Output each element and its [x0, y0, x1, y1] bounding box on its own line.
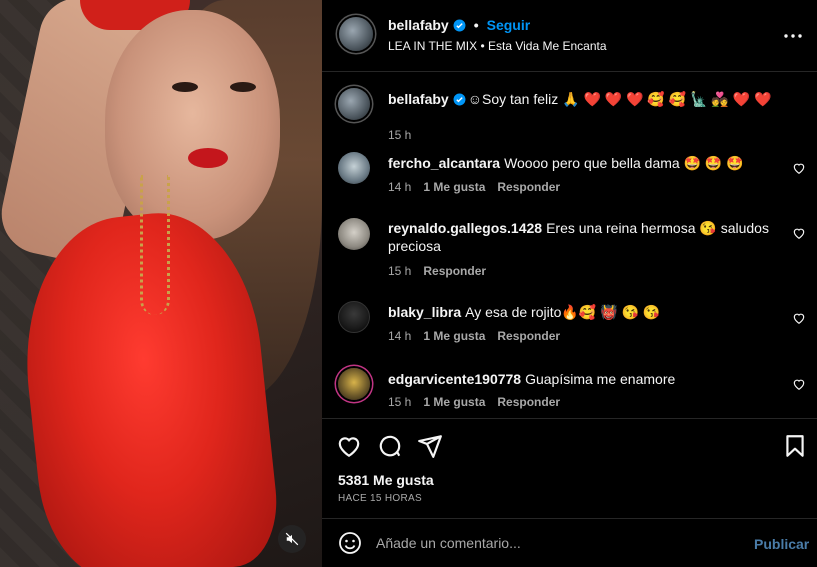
avatar[interactable] — [338, 152, 370, 184]
post-time-ago[interactable]: HACE 15 HORAS — [338, 493, 422, 504]
comment-text: reynaldo.gallegos.1428 Eres una reina her… — [388, 219, 783, 255]
comment-likes[interactable]: 1 Me gusta — [423, 180, 485, 194]
media-eye — [172, 82, 198, 92]
comment-composer: Publicar — [322, 519, 817, 567]
comment-time[interactable]: 15 h — [388, 264, 411, 278]
comment-meta: 15 h 1 Me gusta Responder — [388, 395, 560, 409]
like-comment-heart-icon[interactable] — [792, 377, 806, 391]
caption-username[interactable]: bellafaby — [388, 91, 449, 107]
like-comment-heart-icon[interactable] — [792, 161, 806, 175]
media-eye — [230, 82, 256, 92]
save-bookmark-icon[interactable] — [782, 433, 808, 459]
mute-button[interactable] — [278, 525, 306, 553]
header-user-row: bellafaby • Seguir — [388, 17, 530, 33]
comment-username[interactable]: reynaldo.gallegos.1428 — [388, 220, 542, 236]
likes-count[interactable]: 5381 Me gusta — [338, 472, 434, 488]
comment-text: fercho_alcantara Woooo pero que bella dam… — [388, 154, 783, 172]
caption-text: bellafaby ☺Soy tan feliz 🙏 ❤️ ❤️ ❤️ 🥰 🥰 🗽… — [388, 90, 783, 108]
avatar[interactable] — [338, 301, 370, 333]
reply-button[interactable]: Responder — [423, 264, 486, 278]
comment-body: Guapísima me enamore — [525, 371, 676, 387]
comment-meta: 14 h 1 Me gusta Responder — [388, 329, 560, 343]
like-heart-icon[interactable] — [336, 433, 362, 459]
comment-time[interactable]: 15 h — [388, 395, 411, 409]
comment-body: Woooo pero que bella dama 🤩 🤩 🤩 — [504, 155, 744, 171]
separator-dot: • — [473, 17, 479, 33]
reply-button[interactable]: Responder — [497, 180, 560, 194]
post-panel: bellafaby • Seguir LEA IN THE MIX • Esta… — [322, 0, 817, 567]
caption-time[interactable]: 15 h — [388, 128, 411, 142]
comment-likes[interactable]: 1 Me gusta — [423, 329, 485, 343]
media-lips — [188, 148, 228, 168]
comment-text: edgarvicente190778 Guapísima me enamore — [388, 370, 783, 388]
post-media[interactable] — [0, 0, 322, 567]
action-bar — [322, 425, 817, 465]
mute-icon — [285, 532, 299, 546]
publish-button[interactable]: Publicar — [754, 536, 809, 552]
avatar[interactable] — [338, 368, 370, 400]
comment-meta: 14 h 1 Me gusta Responder — [388, 180, 560, 194]
audio-track[interactable]: LEA IN THE MIX • Esta Vida Me Encanta — [388, 39, 607, 53]
comment-time[interactable]: 14 h — [388, 329, 411, 343]
avatar[interactable] — [339, 17, 373, 51]
media-necklace — [140, 175, 170, 315]
like-comment-heart-icon[interactable] — [792, 311, 806, 325]
reply-button[interactable]: Responder — [497, 395, 560, 409]
avatar[interactable] — [338, 88, 370, 120]
more-icon — [784, 34, 802, 38]
header-username[interactable]: bellafaby — [388, 17, 449, 33]
media-face — [105, 10, 280, 240]
comment-time[interactable]: 14 h — [388, 180, 411, 194]
comment-input[interactable] — [376, 531, 746, 555]
comments-list[interactable]: bellafaby ☺Soy tan feliz 🙏 ❤️ ❤️ ❤️ 🥰 🥰 🗽… — [322, 73, 817, 418]
reply-button[interactable]: Responder — [497, 329, 560, 343]
caption-body: ☺Soy tan feliz 🙏 ❤️ ❤️ ❤️ 🥰 🥰 🗽 💑 ❤️ ❤️ — [467, 91, 772, 107]
emoji-icon[interactable] — [338, 531, 362, 555]
comment-icon[interactable] — [377, 433, 403, 459]
comment-username[interactable]: edgarvicente190778 — [388, 371, 521, 387]
divider — [322, 418, 817, 419]
caption-meta: 15 h — [388, 128, 411, 142]
verified-badge-icon — [453, 93, 466, 106]
follow-button[interactable]: Seguir — [487, 17, 531, 33]
avatar[interactable] — [338, 218, 370, 250]
comment-username[interactable]: fercho_alcantara — [388, 155, 500, 171]
comment-body: Ay esa de rojito🔥🥰 👹 😘 😘 — [465, 304, 661, 320]
comment-meta: 15 h Responder — [388, 264, 486, 278]
like-comment-heart-icon[interactable] — [792, 226, 806, 240]
share-icon[interactable] — [417, 433, 443, 459]
more-options-button[interactable] — [782, 26, 804, 46]
comment-text: blaky_libra Ay esa de rojito🔥🥰 👹 😘 😘 — [388, 303, 783, 321]
comment-likes[interactable]: 1 Me gusta — [423, 395, 485, 409]
comment-username[interactable]: blaky_libra — [388, 304, 461, 320]
post-header: bellafaby • Seguir LEA IN THE MIX • Esta… — [322, 0, 817, 72]
verified-badge-icon — [453, 19, 466, 31]
